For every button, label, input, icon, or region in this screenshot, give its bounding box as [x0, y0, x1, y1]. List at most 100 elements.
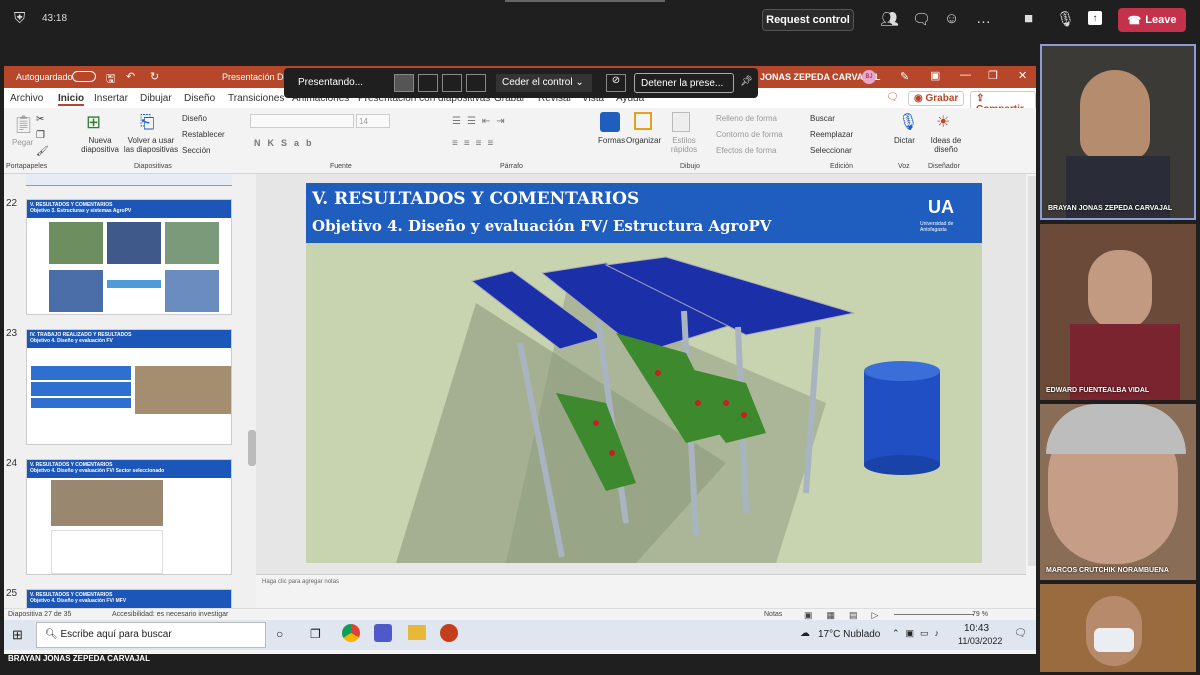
taskbar-date[interactable]: 11/03/2022	[958, 636, 1002, 646]
stop-presenting-button[interactable]: Detener la prese...	[634, 73, 734, 93]
side-by-side-view-icon[interactable]	[442, 74, 462, 92]
thumbnail-slide-24[interactable]: V. RESULTADOS Y COMENTARIOS Objetivo 4. D…	[26, 459, 232, 575]
thumbnail-scrollbar[interactable]	[248, 430, 256, 466]
find-button[interactable]: Buscar	[810, 114, 835, 123]
align-buttons[interactable]: ≡≡≡≡	[452, 138, 499, 149]
system-tray-icons[interactable]: ⌃▣▭♪	[892, 628, 945, 639]
participant-tile[interactable]: MARCOS CRUTCHIK NORAMBUENA	[1040, 404, 1196, 580]
stop-camera-icon[interactable]: ⊘	[606, 74, 626, 92]
new-slide-icon[interactable]: ⊞	[86, 112, 101, 133]
new-slide-button[interactable]: Nueva diapositiva	[78, 136, 122, 154]
replace-button[interactable]: Reemplazar	[810, 130, 853, 139]
taskbar-search-box[interactable]: 🔍︎ Escribe aquí para buscar	[36, 622, 266, 648]
teams-icon[interactable]	[374, 624, 392, 642]
participant-tile[interactable]	[1040, 584, 1196, 672]
design-ideas-button[interactable]: Ideas de diseño	[926, 136, 966, 154]
autosave-toggle[interactable]	[72, 71, 96, 82]
camera-icon[interactable]: ■	[1024, 10, 1033, 27]
shape-outline-dropdown[interactable]: Contorno de forma	[716, 130, 783, 139]
leave-button[interactable]: ☎ Leave	[1118, 8, 1186, 32]
standout-view-icon[interactable]	[418, 74, 438, 92]
record-button[interactable]: ◉ Grabar	[908, 91, 965, 106]
more-icon[interactable]: …	[976, 10, 991, 27]
copy-icon[interactable]: ❐	[36, 130, 45, 141]
pen-icon[interactable]: ✎	[900, 70, 909, 83]
tab-dibujar[interactable]: Dibujar	[140, 93, 172, 104]
tab-insertar[interactable]: Insertar	[94, 93, 128, 104]
reporter-view-icon[interactable]	[466, 74, 486, 92]
quick-styles-button[interactable]: Estilos rápidos	[664, 136, 704, 154]
participant-tile[interactable]: BRAYAN JONAS ZEPEDA CARVAJAL	[1040, 44, 1196, 220]
select-button[interactable]: Seleccionar	[810, 146, 852, 155]
file-explorer-icon[interactable]	[408, 625, 426, 640]
request-control-button[interactable]: Request control	[762, 9, 854, 31]
font-format-buttons[interactable]: NKSab	[254, 138, 319, 148]
people-icon[interactable]: 👥︎	[880, 10, 899, 28]
undo-icon[interactable]: ↶	[126, 70, 135, 83]
accessibility-status[interactable]: Accesibilidad: es necesario investigar	[112, 611, 228, 618]
powerpoint-taskbar-icon[interactable]	[440, 624, 458, 642]
tab-inicio[interactable]: Inicio	[58, 93, 85, 106]
font-size-input[interactable]: 14	[356, 114, 390, 128]
zoom-level[interactable]: 79 %	[972, 611, 988, 618]
paste-button[interactable]: Pegar	[12, 138, 33, 147]
cortana-icon[interactable]: ○	[276, 627, 283, 641]
shape-effects-dropdown[interactable]: Efectos de forma	[716, 146, 776, 155]
user-avatar[interactable]: BJ	[862, 70, 876, 84]
layout-dropdown[interactable]: Diseño	[182, 114, 207, 123]
tab-diseno[interactable]: Diseño	[184, 93, 215, 104]
tab-archivo[interactable]: Archivo	[10, 93, 43, 104]
list-buttons[interactable]: ☰☰⇤⇥	[452, 116, 511, 127]
thumbnail-slide-25[interactable]: V. RESULTADOS Y COMENTARIOS Objetivo 4. D…	[26, 589, 232, 610]
editor-scrollbar[interactable]	[1028, 176, 1036, 566]
reuse-slides-icon[interactable]: ⎗	[140, 112, 154, 133]
share-tray-icon[interactable]: ↑	[1088, 11, 1102, 25]
dictate-button[interactable]: Dictar	[894, 136, 915, 145]
section-dropdown[interactable]: Sección	[182, 146, 210, 155]
thumbnail-number: 22	[6, 198, 18, 209]
pin-icon[interactable]: 📌︎	[740, 76, 753, 87]
weather-text[interactable]: 17°C Nublado	[818, 629, 880, 640]
thumbnail-slide-22[interactable]: V. RESULTADOS Y COMENTARIOS Objetivo 3. E…	[26, 199, 232, 315]
cut-icon[interactable]: ✂	[36, 114, 44, 125]
give-control-dropdown[interactable]: Ceder el control ⌄	[496, 74, 592, 92]
ribbon-display-icon[interactable]: ▣	[930, 69, 940, 82]
microphone-icon[interactable]: 🎙︎	[1056, 10, 1075, 28]
notes-placeholder: Haga clic para agregar notas	[262, 579, 340, 585]
participant-tile[interactable]: EDWARD FUENTEALBA VIDAL	[1040, 224, 1196, 400]
reactions-icon[interactable]: ☺	[944, 10, 959, 27]
partial-thumbnail[interactable]	[26, 174, 232, 186]
redo-icon[interactable]: ↻	[150, 70, 159, 83]
save-icon[interactable]: 🖫︎	[106, 70, 115, 89]
thumbnail-box	[31, 382, 131, 396]
notes-toggle[interactable]: Notas	[764, 611, 782, 618]
reset-button[interactable]: Restablecer	[182, 130, 225, 139]
quick-styles-icon[interactable]	[672, 112, 690, 132]
chrome-icon[interactable]	[342, 624, 360, 642]
desktop-view-icon[interactable]	[394, 74, 414, 92]
comments-icon[interactable]: 🗨︎	[886, 92, 899, 103]
taskbar-time[interactable]: 10:43	[964, 623, 989, 634]
design-ideas-icon[interactable]: ☀	[936, 112, 950, 132]
arrange-button[interactable]: Organizar	[626, 136, 661, 145]
current-slide[interactable]: V. RESULTADOS Y COMENTARIOS Objetivo 4. …	[306, 183, 982, 563]
arrange-icon[interactable]	[634, 112, 652, 130]
shapes-button[interactable]: Formas	[598, 136, 625, 145]
shape-fill-dropdown[interactable]: Relleno de forma	[716, 114, 777, 123]
zoom-slider[interactable]	[894, 614, 974, 615]
shapes-icon[interactable]	[600, 112, 620, 132]
reuse-slides-button[interactable]: Volver a usar las diapositivas	[122, 136, 180, 154]
notes-pane[interactable]: Haga clic para agregar notas	[256, 574, 1026, 610]
format-painter-icon[interactable]: 🖌︎	[36, 146, 49, 157]
chat-icon[interactable]: 🗨︎	[912, 10, 931, 28]
dictate-icon[interactable]: 🎙︎	[898, 112, 918, 132]
thumbnail-slide-23[interactable]: IV. TRABAJO REALIZADO Y RESULTADOS Objeti…	[26, 329, 232, 445]
tab-transiciones[interactable]: Transiciones	[228, 93, 284, 104]
font-name-input[interactable]	[250, 114, 354, 128]
notifications-icon[interactable]: 🗨︎	[1014, 628, 1027, 639]
windows-start-icon[interactable]: ⊞	[12, 627, 23, 643]
restore-icon[interactable]: ❐	[988, 69, 998, 82]
task-view-icon[interactable]: ❐	[310, 627, 321, 641]
close-icon[interactable]: ✕	[1018, 69, 1027, 82]
minimize-icon[interactable]: —	[960, 69, 971, 81]
